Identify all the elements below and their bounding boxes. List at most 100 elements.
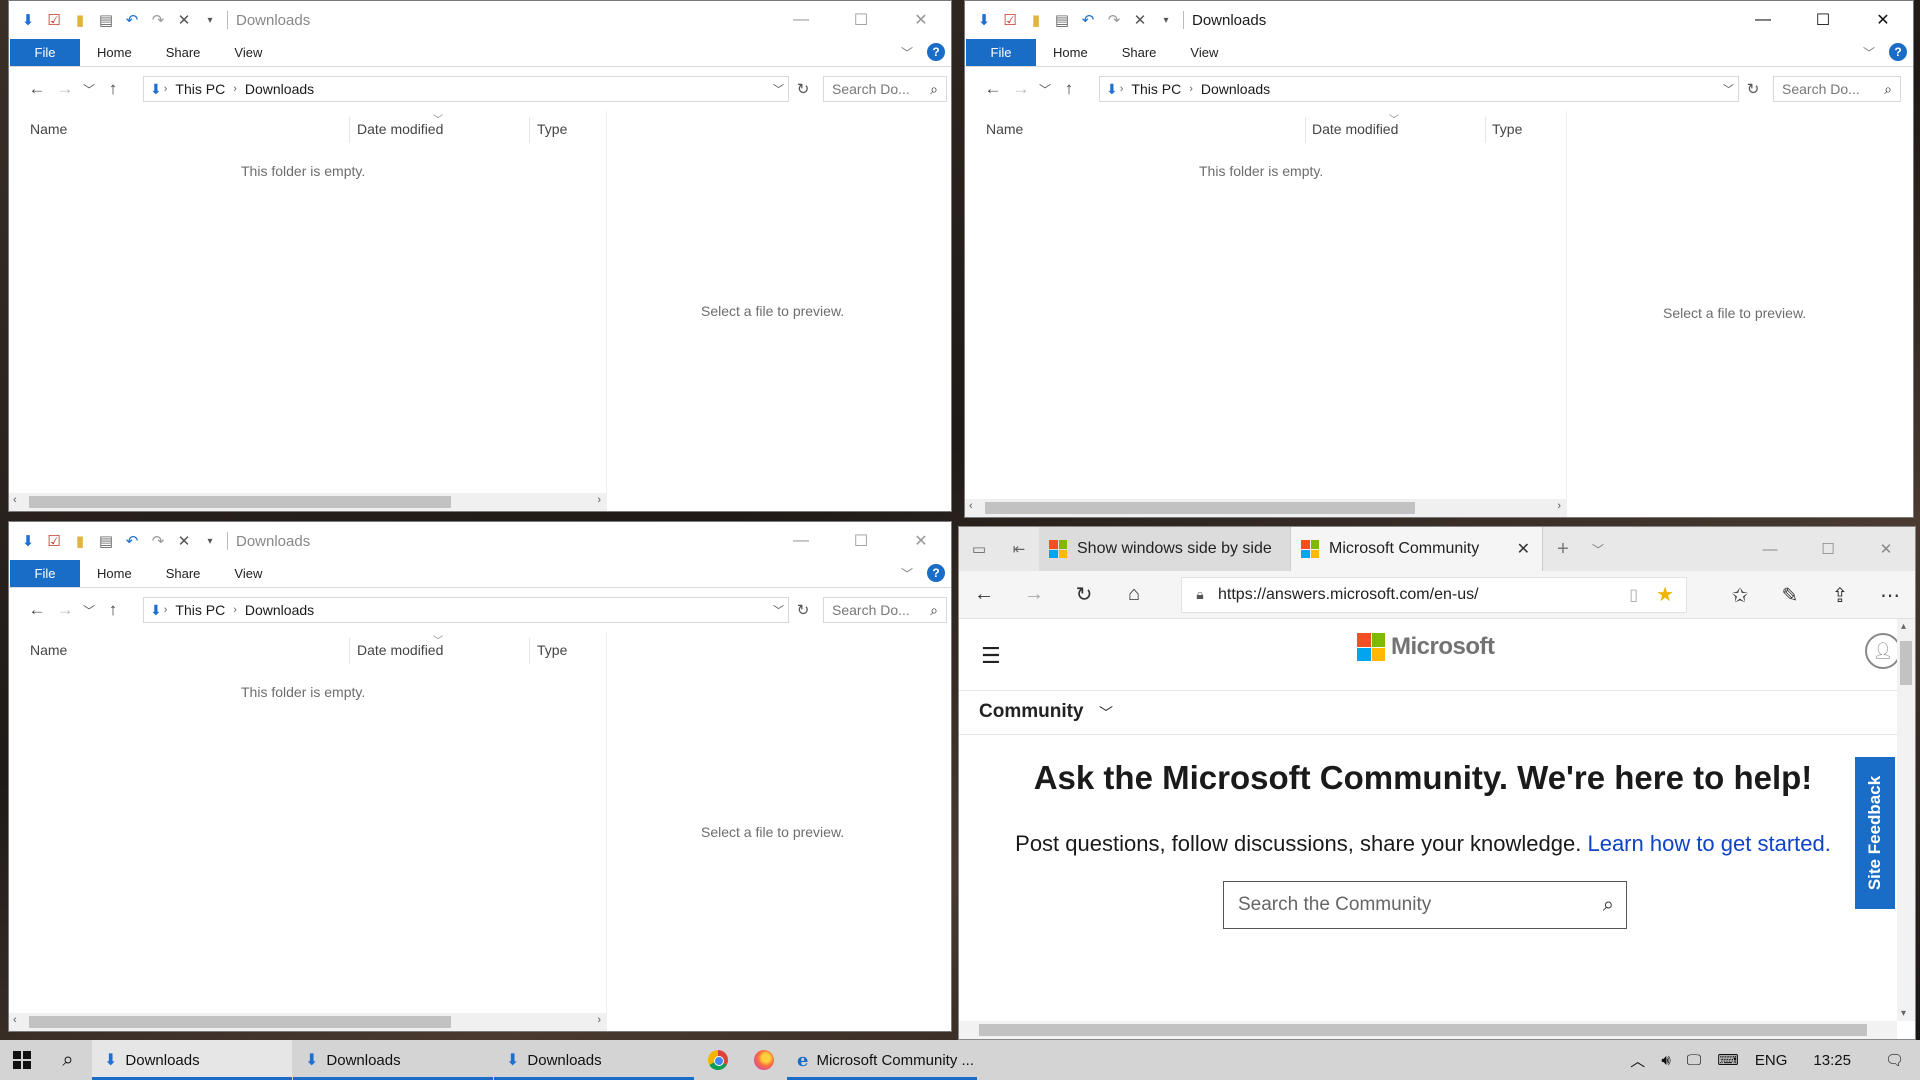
- column-type[interactable]: Type: [1492, 121, 1522, 137]
- tab-show-windows-side-by-side[interactable]: Show windows side by side: [1039, 527, 1291, 571]
- title-bar[interactable]: ⬇ ☑ ▮ ▤ ↶ ↷ ✕ ▾ Downloads — ☐ ✕: [9, 522, 951, 560]
- back-button[interactable]: ←: [23, 600, 51, 620]
- tab-file[interactable]: File: [10, 39, 80, 66]
- back-button[interactable]: ←: [979, 79, 1007, 99]
- customize-qat-icon[interactable]: ▾: [1153, 7, 1179, 33]
- title-bar[interactable]: ⬇ ☑ ▮ ▤ ↶ ↷ ✕ ▾ Downloads — ☐ ✕: [9, 1, 951, 39]
- site-feedback-button[interactable]: Site Feedback: [1855, 757, 1895, 909]
- volume-icon[interactable]: 🔊︎: [1653, 1052, 1678, 1069]
- start-button[interactable]: [0, 1040, 44, 1080]
- tab-view[interactable]: View: [217, 39, 279, 66]
- file-list[interactable]: Name ﹀ Date modified Type This folder is…: [9, 632, 607, 1031]
- scroll-thumb[interactable]: [979, 1024, 1867, 1036]
- delete-icon[interactable]: ✕: [171, 528, 197, 554]
- back-button[interactable]: ←: [23, 79, 51, 99]
- rename-icon[interactable]: ▤: [93, 528, 119, 554]
- breadcrumb-arrow-icon[interactable]: ›: [231, 83, 239, 95]
- recent-locations-icon[interactable]: ﹀: [79, 81, 99, 98]
- close-button[interactable]: ✕: [1853, 1, 1913, 39]
- rename-icon[interactable]: ▤: [1049, 7, 1075, 33]
- maximize-button[interactable]: ☐: [1793, 1, 1853, 39]
- forward-button[interactable]: →: [1009, 583, 1059, 606]
- column-name[interactable]: Name: [30, 642, 67, 658]
- delete-icon[interactable]: ✕: [171, 7, 197, 33]
- scroll-left-icon[interactable]: ‹: [13, 1014, 17, 1026]
- breadcrumb-downloads[interactable]: Downloads: [1195, 81, 1276, 97]
- properties-icon[interactable]: ☑: [41, 528, 67, 554]
- up-button[interactable]: ↑: [1055, 79, 1083, 99]
- show-hidden-icons-icon[interactable]: ︿: [1622, 1050, 1653, 1071]
- share-icon[interactable]: ⇪: [1815, 583, 1865, 608]
- expand-ribbon-chevron-icon[interactable]: ﹀: [901, 565, 913, 582]
- search-box[interactable]: Search Do... ⌕: [823, 597, 947, 623]
- help-icon[interactable]: ?: [927, 43, 945, 61]
- address-bar[interactable]: ⬇ › This PC › Downloads ﹀: [1099, 76, 1739, 102]
- more-options-icon[interactable]: ⋯: [1865, 583, 1915, 608]
- up-button[interactable]: ↑: [99, 79, 127, 99]
- back-button[interactable]: ←: [959, 583, 1009, 606]
- search-box[interactable]: Search Do... ⌕: [1773, 76, 1901, 102]
- properties-icon[interactable]: ☑: [997, 7, 1023, 33]
- edge-browser-window[interactable]: ▭ ⇤ Show windows side by side Microsoft …: [958, 526, 1916, 1040]
- taskbar-firefox[interactable]: [741, 1040, 787, 1080]
- scroll-up-icon[interactable]: ▴: [1901, 621, 1906, 632]
- taskbar-item-downloads-1[interactable]: ⬇ Downloads: [92, 1040, 292, 1080]
- column-name[interactable]: Name: [986, 121, 1023, 137]
- column-type[interactable]: Type: [537, 121, 567, 137]
- minimize-button[interactable]: —: [771, 1, 831, 39]
- taskbar-item-downloads-3[interactable]: ⬇ Downloads: [494, 1040, 694, 1080]
- set-tabs-aside-icon[interactable]: ⇤: [999, 527, 1039, 571]
- address-bar[interactable]: ⬇ › This PC › Downloads ﹀: [143, 76, 789, 102]
- column-date-modified[interactable]: Date modified: [357, 121, 443, 137]
- undo-icon[interactable]: ↶: [1075, 7, 1101, 33]
- refresh-button[interactable]: ↻: [791, 597, 815, 623]
- maximize-button[interactable]: ☐: [831, 522, 891, 560]
- refresh-button[interactable]: ↻: [791, 76, 815, 102]
- explorer-window-bottom-left[interactable]: ⬇ ☑ ▮ ▤ ↶ ↷ ✕ ▾ Downloads — ☐ ✕ File Hom…: [8, 521, 952, 1032]
- tab-share[interactable]: Share: [149, 560, 218, 587]
- undo-icon[interactable]: ↶: [119, 7, 145, 33]
- search-box[interactable]: Search Do... ⌕: [823, 76, 947, 102]
- expand-ribbon-chevron-icon[interactable]: ﹀: [901, 44, 913, 61]
- tabs-aside-icon[interactable]: ▭: [959, 527, 999, 571]
- properties-icon[interactable]: ☑: [41, 7, 67, 33]
- tab-preview-chevron-icon[interactable]: ﹀: [1583, 527, 1613, 571]
- redo-icon[interactable]: ↷: [145, 7, 171, 33]
- tab-share[interactable]: Share: [149, 39, 218, 66]
- customize-qat-icon[interactable]: ▾: [197, 7, 223, 33]
- action-center-icon[interactable]: 🗨︎: [1869, 1051, 1920, 1069]
- touch-keyboard-icon[interactable]: ⌨︎: [1709, 1051, 1747, 1069]
- breadcrumb-arrow-icon[interactable]: ›: [231, 604, 239, 616]
- horizontal-scrollbar[interactable]: ‹ ›: [9, 1013, 607, 1031]
- column-date-modified[interactable]: Date modified: [1312, 121, 1398, 137]
- reading-view-icon[interactable]: ▯: [1629, 585, 1638, 605]
- taskbar-chrome[interactable]: [695, 1040, 741, 1080]
- hamburger-menu-icon[interactable]: ☰: [981, 643, 1001, 669]
- tab-home[interactable]: Home: [80, 39, 149, 66]
- get-started-link[interactable]: Learn how to get started.: [1587, 831, 1830, 856]
- recent-locations-icon[interactable]: ﹀: [1035, 81, 1055, 98]
- customize-qat-icon[interactable]: ▾: [197, 528, 223, 554]
- search-button[interactable]: ⌕: [44, 1040, 92, 1080]
- scroll-down-icon[interactable]: ▾: [1901, 1008, 1906, 1019]
- scroll-thumb[interactable]: [29, 1016, 451, 1028]
- scroll-thumb[interactable]: [29, 496, 451, 508]
- minimize-button[interactable]: —: [771, 522, 831, 560]
- taskbar-item-edge[interactable]: e Microsoft Community ...: [787, 1040, 977, 1080]
- vertical-scrollbar[interactable]: ▴ ▾: [1897, 619, 1915, 1021]
- breadcrumb-arrow-icon[interactable]: ›: [1118, 83, 1126, 95]
- horizontal-scrollbar[interactable]: ‹ ›: [965, 499, 1567, 517]
- address-bar[interactable]: ⬇ › This PC › Downloads ﹀: [143, 597, 789, 623]
- address-dropdown-icon[interactable]: ﹀: [1723, 81, 1734, 97]
- taskbar-item-downloads-2[interactable]: ⬇ Downloads: [293, 1040, 493, 1080]
- maximize-button[interactable]: ☐: [1799, 527, 1857, 571]
- column-date-modified[interactable]: Date modified: [357, 642, 443, 658]
- microsoft-logo[interactable]: Microsoft: [1357, 633, 1495, 661]
- forward-button[interactable]: →: [51, 600, 79, 620]
- minimize-button[interactable]: —: [1733, 1, 1793, 39]
- breadcrumb-this-pc[interactable]: This PC: [169, 81, 231, 97]
- breadcrumb-arrow-icon[interactable]: ›: [1187, 83, 1195, 95]
- breadcrumb-arrow-icon[interactable]: ›: [162, 83, 170, 95]
- scroll-right-icon[interactable]: ›: [1557, 500, 1561, 512]
- scroll-right-icon[interactable]: ›: [597, 1014, 601, 1026]
